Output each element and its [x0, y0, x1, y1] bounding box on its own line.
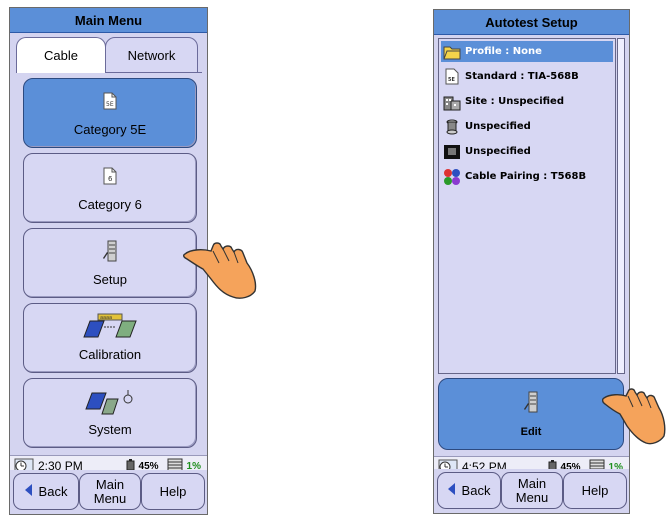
- back-arrow-icon: [24, 484, 33, 499]
- doc-badge: 5E: [448, 77, 455, 83]
- main-menu-screen: Main Menu Cable Network 5E Category 5E 6…: [9, 7, 208, 515]
- softkey-bar: Back Main Menu Help: [434, 469, 629, 513]
- button-label: Setup: [93, 272, 127, 287]
- back-button[interactable]: Back: [437, 472, 501, 509]
- folder-icon: [443, 43, 461, 61]
- setup-button[interactable]: Setup: [23, 228, 197, 298]
- system-icon: [82, 389, 138, 415]
- list-item-site[interactable]: Site : Unspecified: [441, 91, 613, 112]
- category-6-button[interactable]: 6 Category 6: [23, 153, 197, 223]
- help-button[interactable]: Help: [141, 473, 205, 510]
- item-label: Site : Unspecified: [465, 96, 564, 107]
- button-label: System: [88, 422, 132, 437]
- settings-list: Profile : None 5E Standard : TIA-568B Si…: [438, 38, 616, 374]
- list-item-connector[interactable]: Unspecified: [441, 141, 613, 162]
- button-label: Category 5E: [73, 122, 147, 137]
- system-button[interactable]: System: [23, 378, 197, 448]
- rj45-jack-icon: [443, 143, 461, 161]
- back-button[interactable]: Back: [13, 473, 79, 510]
- screen-title: Main Menu: [10, 8, 207, 33]
- calibration-button[interactable]: aaaa Calibration: [23, 303, 197, 373]
- category-5e-button[interactable]: 5E Category 5E: [23, 78, 197, 148]
- calibration-icon: aaaa: [80, 313, 140, 338]
- back-label: Back: [461, 482, 491, 498]
- list-item-cable-type[interactable]: Unspecified: [441, 116, 613, 137]
- document-5e-icon: 5E: [103, 89, 117, 113]
- calibration-badge: aaaa: [100, 315, 112, 321]
- main-menu-button[interactable]: Main Menu: [79, 473, 141, 510]
- document-6-icon: 6: [103, 164, 117, 188]
- pointing-hand-icon: [183, 239, 263, 306]
- autotest-setup-screen: Autotest Setup Profile : None 5E Standar…: [433, 9, 630, 514]
- list-item-standard[interactable]: 5E Standard : TIA-568B: [441, 66, 613, 87]
- setup-icon: [102, 239, 118, 263]
- screen-title: Autotest Setup: [434, 10, 629, 35]
- document-5e-icon: 5E: [443, 68, 461, 86]
- doc-badge: 5E: [106, 101, 114, 108]
- button-label: Calibration: [78, 347, 142, 362]
- back-label: Back: [38, 483, 68, 499]
- pairing-dots-icon: [443, 168, 461, 186]
- softkey-bar: Back Main Menu Help: [10, 470, 207, 514]
- list-item-cable-pairing[interactable]: Cable Pairing : T568B: [441, 166, 613, 187]
- list-item-profile[interactable]: Profile : None: [441, 41, 613, 62]
- item-label: Standard : TIA-568B: [465, 71, 579, 82]
- item-label: Unspecified: [465, 146, 531, 157]
- building-icon: [443, 93, 461, 111]
- tab-network[interactable]: Network: [105, 37, 198, 73]
- back-arrow-icon: [447, 483, 456, 498]
- main-menu-button[interactable]: Main Menu: [501, 472, 563, 509]
- edit-button[interactable]: Edit: [438, 378, 624, 450]
- setup-icon: [523, 391, 539, 416]
- tab-cable[interactable]: Cable: [16, 37, 106, 73]
- help-button[interactable]: Help: [563, 472, 627, 509]
- doc-badge: 6: [108, 175, 113, 183]
- cable-spool-icon: [443, 118, 461, 136]
- edit-label: Edit: [520, 426, 542, 438]
- item-label: Cable Pairing : T568B: [465, 171, 587, 182]
- button-label: Category 6: [78, 197, 142, 212]
- item-label: Profile : None: [465, 46, 542, 57]
- item-label: Unspecified: [465, 121, 531, 132]
- list-scrollbar[interactable]: [617, 38, 625, 374]
- pointing-hand-icon: [601, 386, 666, 451]
